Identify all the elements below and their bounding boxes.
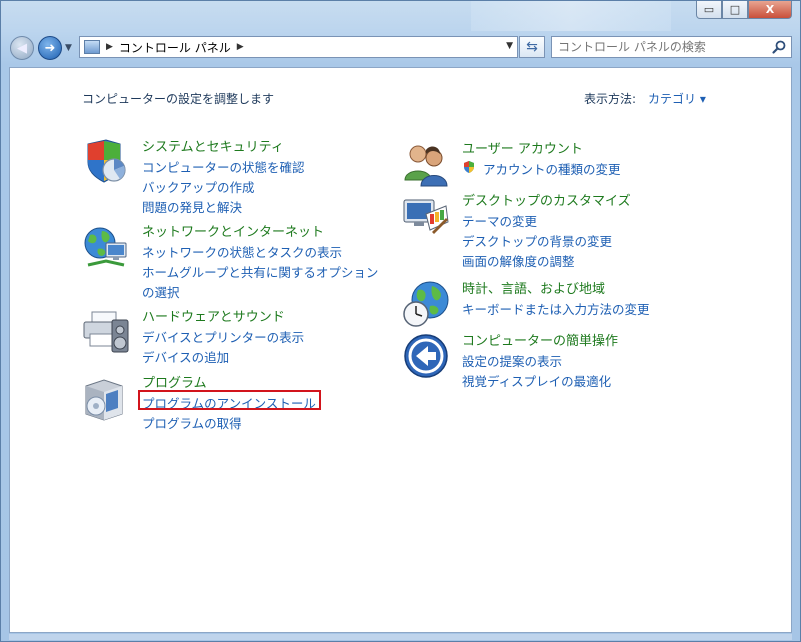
maximize-button[interactable]: □ (722, 1, 748, 19)
content-pane: コンピューターの設定を調整します 表示方法: カテゴリ ▾ システムとセキュリテ… (9, 67, 792, 633)
view-by-label: 表示方法: (584, 92, 637, 106)
view-by-dropdown[interactable]: カテゴリ ▾ (648, 90, 706, 107)
ease-of-access-icon[interactable] (402, 332, 450, 380)
category-title-user-accounts[interactable]: ユーザー アカウント (462, 140, 621, 160)
breadcrumb-control-panel[interactable]: コントロール パネル (119, 39, 231, 56)
link-change-desktop-background[interactable]: デスクトップの背景の変更 (462, 232, 631, 252)
link-change-account-type[interactable]: アカウントの種類の変更 (462, 160, 621, 180)
minimize-button[interactable]: ▭ (696, 1, 722, 19)
caption-buttons: ▭ □ X (696, 1, 792, 19)
link-get-programs[interactable]: プログラムの取得 (142, 414, 316, 434)
refresh-icon: ⇆ (526, 39, 538, 55)
back-button[interactable]: ◀ (10, 36, 34, 60)
link-create-backup[interactable]: バックアップの作成 (142, 178, 305, 198)
category-title-system-security[interactable]: システムとセキュリティ (142, 138, 305, 158)
users-icon[interactable] (402, 140, 450, 188)
link-suggest-settings[interactable]: 設定の提案の表示 (462, 352, 618, 372)
forward-button[interactable]: ➜ (38, 36, 62, 60)
link-network-status-tasks[interactable]: ネットワークの状態とタスクの表示 (142, 243, 387, 263)
category-title-clock-language-region[interactable]: 時計、言語、および地域 (462, 280, 650, 300)
address-dropdown-icon[interactable]: ▼ (506, 41, 513, 51)
highlight-box (138, 390, 321, 410)
monitor-palette-icon[interactable] (402, 192, 450, 240)
printer-speaker-icon[interactable] (82, 308, 130, 356)
link-change-keyboard-input[interactable]: キーボードまたは入力方法の変更 (462, 300, 650, 320)
link-find-fix-problems[interactable]: 問題の発見と解決 (142, 198, 305, 218)
recent-pages-dropdown-icon[interactable]: ▼ (65, 43, 72, 53)
network-globe-icon[interactable] (82, 223, 130, 271)
breadcrumb-separator[interactable]: ▶ (237, 42, 244, 52)
link-check-computer-status[interactable]: コンピューターの状態を確認 (142, 158, 305, 178)
category-title-ease-of-access[interactable]: コンピューターの簡単操作 (462, 332, 618, 352)
link-change-theme[interactable]: テーマの変更 (462, 212, 631, 232)
close-button[interactable]: X (748, 1, 792, 19)
link-optimize-visual-display[interactable]: 視覚ディスプレイの最適化 (462, 372, 618, 392)
breadcrumb-separator[interactable]: ▶ (106, 42, 113, 52)
window-bottom-frame (9, 634, 792, 640)
clock-globe-icon[interactable] (402, 280, 450, 328)
search-input[interactable] (558, 39, 763, 55)
search-icon[interactable] (771, 39, 787, 55)
category-title-appearance[interactable]: デスクトップのカスタマイズ (462, 192, 631, 212)
refresh-button[interactable]: ⇆ (519, 36, 545, 58)
background-window-ghost (471, 1, 671, 31)
category-title-hardware-sound[interactable]: ハードウェアとサウンド (142, 308, 304, 328)
program-box-icon[interactable] (82, 374, 130, 422)
link-homegroup-sharing-options[interactable]: ホームグループと共有に関するオプションの選択 (142, 263, 387, 303)
control-panel-window: ▭ □ X ◀ ➜ ▼ ▶ コントロール パネル ▶ ▼ ⇆ コンピューターの設… (0, 0, 801, 642)
link-add-device[interactable]: デバイスの追加 (142, 348, 304, 368)
search-box[interactable] (551, 36, 792, 58)
page-heading: コンピューターの設定を調整します (82, 92, 275, 106)
link-devices-printers[interactable]: デバイスとプリンターの表示 (142, 328, 304, 348)
link-adjust-screen-resolution[interactable]: 画面の解像度の調整 (462, 252, 631, 272)
shield-chart-icon[interactable] (82, 138, 130, 186)
uac-shield-icon (464, 161, 474, 173)
navigation-bar: ◀ ➜ ▼ ▶ コントロール パネル ▶ ▼ ⇆ (1, 31, 801, 65)
link-change-account-type-label: アカウントの種類の変更 (482, 162, 621, 177)
control-panel-icon (84, 40, 100, 54)
category-title-network-internet[interactable]: ネットワークとインターネット (142, 223, 387, 243)
address-bar[interactable]: ▶ コントロール パネル ▶ ▼ (79, 36, 518, 58)
